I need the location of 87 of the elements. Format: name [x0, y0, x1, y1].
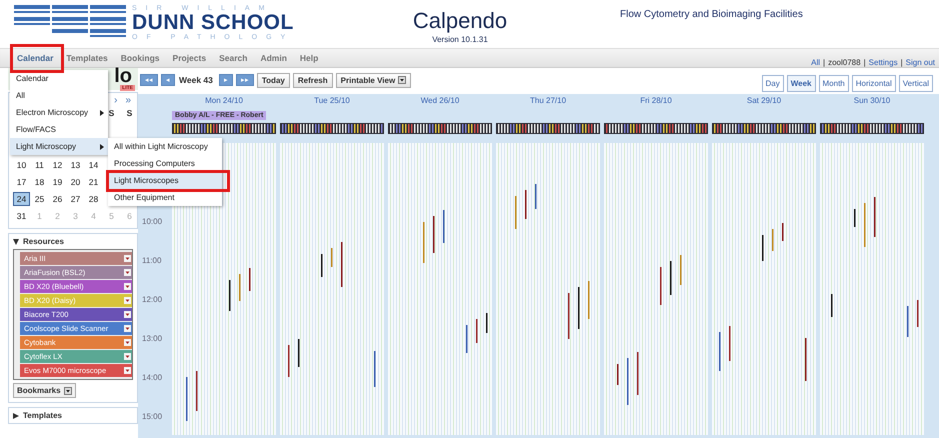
dropdown-icon: [398, 76, 406, 84]
calendar-day[interactable]: 13: [67, 158, 84, 173]
calendar-day[interactable]: 11: [31, 158, 48, 173]
dropdown-icon[interactable]: [124, 339, 131, 346]
day-header[interactable]: Thu 27/10: [530, 94, 566, 107]
dropdown-icon[interactable]: [124, 283, 131, 290]
toolbar-button[interactable]: Refresh: [292, 72, 333, 88]
time-label: 14:00: [142, 373, 162, 382]
highlight-overlay: [10, 44, 64, 73]
link[interactable]: All: [811, 58, 820, 67]
weekday-header: S: [108, 108, 116, 118]
weekday-header: S: [126, 108, 134, 118]
calendar-day[interactable]: 31: [13, 209, 30, 224]
day-header[interactable]: Wed 26/10: [420, 94, 460, 107]
calendar-day[interactable]: 25: [31, 192, 48, 207]
calendar-day[interactable]: 26: [49, 192, 66, 207]
time-label: 12:00: [142, 295, 162, 304]
menu-option[interactable]: Flow/FACS: [10, 121, 108, 138]
calendar-day[interactable]: 10: [13, 158, 30, 173]
view-tab[interactable]: Month: [818, 74, 849, 92]
calendar-day[interactable]: 28: [85, 192, 102, 207]
expanded-icon[interactable]: [13, 238, 19, 244]
menu-item[interactable]: Calendar: [17, 53, 54, 63]
view-tab[interactable]: Horizontal: [852, 74, 896, 92]
menu-option[interactable]: Other Equipment: [108, 189, 222, 206]
menu-item[interactable]: Admin: [260, 53, 287, 63]
user-name: zool0788: [828, 58, 861, 67]
link[interactable]: Sign out: [906, 58, 935, 67]
time-label: 15:00: [142, 412, 162, 421]
menu-item[interactable]: Projects: [172, 53, 206, 63]
nav-arrow[interactable]: »: [125, 95, 131, 108]
dropdown-icon[interactable]: [124, 255, 131, 262]
calendar-day[interactable]: 27: [67, 192, 84, 207]
menu-option[interactable]: Processing Computers: [108, 155, 222, 172]
separator: |: [823, 58, 826, 67]
menu-option[interactable]: All: [10, 87, 108, 104]
link[interactable]: Settings: [868, 58, 898, 67]
time-label: 10:00: [142, 217, 162, 226]
dropdown-icon[interactable]: [124, 311, 131, 318]
dropdown-icon[interactable]: [124, 367, 131, 374]
dropdown-icon[interactable]: [124, 325, 131, 332]
logo-title: DUNN SCHOOL: [132, 13, 294, 33]
view-tab[interactable]: Vertical: [898, 74, 933, 92]
collapsed-icon[interactable]: [13, 412, 19, 418]
calendar-day[interactable]: 12: [49, 158, 66, 173]
view-tab[interactable]: Day: [762, 74, 784, 92]
day-header[interactable]: Sat 29/10: [746, 94, 782, 107]
calendar-day[interactable]: 14: [85, 158, 102, 173]
menu-item[interactable]: Templates: [66, 53, 108, 63]
calendar-day[interactable]: 21: [85, 175, 102, 190]
toolbar-button[interactable]: Today: [256, 72, 290, 88]
menu-option[interactable]: Calendar: [10, 70, 108, 87]
calendar-day[interactable]: 19: [49, 175, 66, 190]
dropdown-icon[interactable]: [124, 353, 131, 360]
facility-name: Flow Cytometry and Bioimaging Facilities: [620, 8, 803, 20]
panel-title[interactable]: Resources: [23, 237, 64, 246]
day-header[interactable]: Sun 30/10: [854, 94, 890, 107]
bookmarks-button[interactable]: Bookmarks: [13, 383, 76, 398]
separator: |: [864, 58, 866, 67]
view-tab[interactable]: Week: [786, 74, 816, 92]
menu-option[interactable]: Light Microscopes: [108, 172, 222, 189]
app-logo: lo: [114, 68, 132, 84]
calendar-day[interactable]: 18: [31, 175, 48, 190]
nav-arrow[interactable]: ›: [114, 95, 118, 108]
app-title: Calpendo: [412, 10, 508, 32]
menu-option[interactable]: All within Light Microscopy: [108, 138, 222, 155]
menu-option[interactable]: Light Microscopy: [10, 138, 108, 155]
day-header[interactable]: Mon 24/10: [205, 94, 243, 107]
panel-title[interactable]: Templates: [23, 411, 62, 420]
menu-option[interactable]: Electron Microscopy: [10, 104, 108, 121]
menu-item[interactable]: Search: [219, 53, 248, 63]
dropdown-icon[interactable]: [124, 269, 131, 276]
dropdown-icon[interactable]: [124, 297, 131, 304]
calendar-day[interactable]: 17: [13, 175, 30, 190]
version-text: Version 10.1.31: [432, 35, 488, 44]
dropdown-icon: [64, 386, 72, 394]
menu-item[interactable]: Bookings: [120, 53, 160, 63]
printable-view-button[interactable]: Printable View: [336, 72, 412, 88]
menu-item[interactable]: Help: [300, 53, 318, 63]
time-label: 11:00: [142, 256, 162, 265]
calendar-day[interactable]: 24: [13, 192, 30, 206]
day-header[interactable]: Tue 25/10: [314, 94, 350, 107]
time-label: 13:00: [142, 334, 162, 343]
week-label: Week 43: [179, 75, 213, 85]
day-header[interactable]: Fri 28/10: [640, 94, 672, 107]
calendar-day[interactable]: 20: [67, 175, 84, 190]
separator: |: [900, 58, 903, 67]
